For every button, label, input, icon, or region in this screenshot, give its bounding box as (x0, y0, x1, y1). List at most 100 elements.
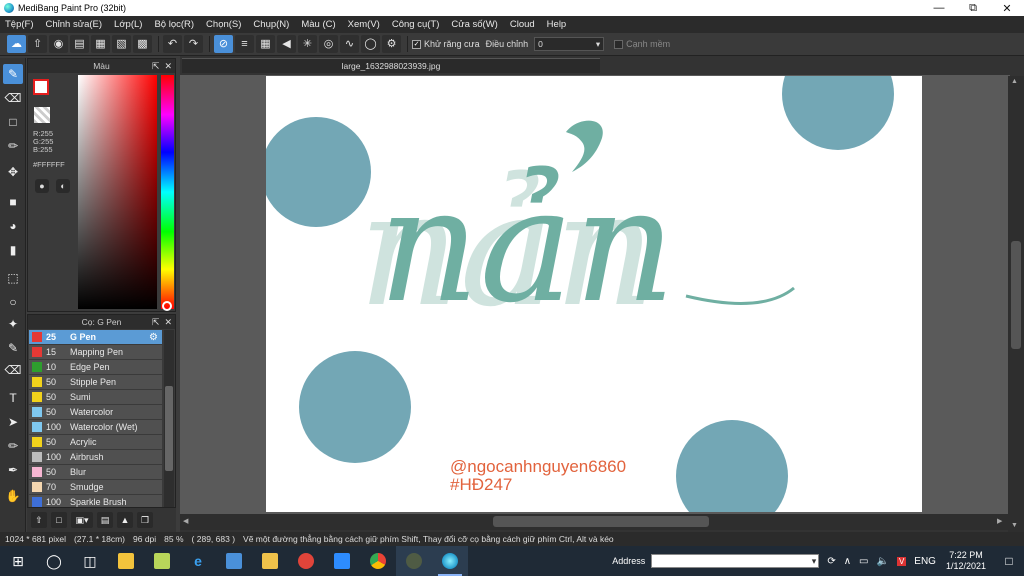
select-tool-icon[interactable]: ⬚ (3, 268, 23, 288)
file-explorer-icon[interactable] (108, 546, 144, 576)
lasso-tool-icon[interactable]: ○ (3, 292, 23, 312)
edge-browser-icon[interactable]: e (180, 546, 216, 576)
adjust-select[interactable]: 0 ▾ (534, 37, 605, 51)
menu-tools[interactable]: Công cụ(T) (392, 19, 440, 30)
redo-icon[interactable]: ↷ (184, 35, 203, 53)
scroll-right-icon[interactable]: ▶ (997, 517, 1002, 525)
address-input[interactable]: ▾ (651, 554, 820, 568)
rectangle-tool-icon[interactable]: □ (3, 112, 23, 132)
hand-tool-icon[interactable]: ✋ (3, 486, 23, 506)
upload-brush-icon[interactable]: ⇧ (31, 512, 47, 528)
bucket-tool-icon[interactable]: ◕ (3, 216, 23, 236)
popout-icon[interactable]: ⇱ (152, 317, 160, 328)
fill-rect-tool-icon[interactable]: ■ (3, 192, 23, 212)
duplicate-icon[interactable]: ❐ (137, 512, 153, 528)
brush-item[interactable]: 50 Acrylic (29, 435, 162, 450)
close-button[interactable]: ✕ (990, 0, 1024, 16)
message-icon[interactable]: ▤ (70, 35, 89, 53)
snap-off-icon[interactable]: ⊘ (214, 35, 233, 53)
ellipse-snap-icon[interactable]: ◯ (361, 35, 380, 53)
pen-tool-icon[interactable]: ✒ (3, 460, 23, 480)
foreground-color-swatch[interactable] (33, 79, 49, 95)
menu-view[interactable]: Xem(V) (348, 19, 380, 30)
folder-icon[interactable]: ▲ (117, 512, 133, 528)
text-tool-icon[interactable]: T (3, 388, 23, 408)
windows-start-icon[interactable]: ⊞ (0, 546, 36, 576)
gradient-tool-icon[interactable]: ▮ (3, 240, 23, 260)
menu-cloud[interactable]: Cloud (510, 19, 535, 30)
media-app-icon[interactable] (288, 546, 324, 576)
palette-settings-icon[interactable]: ◐ (56, 179, 70, 193)
hue-slider[interactable] (161, 75, 174, 309)
select-eraser-tool-icon[interactable]: ⌫ (3, 360, 23, 380)
operation-tool-icon[interactable]: ➤ (3, 412, 23, 432)
grid-icon[interactable]: ▩ (133, 35, 152, 53)
settings-icon[interactable]: ⚙ (382, 35, 401, 53)
chrome-icon[interactable] (360, 546, 396, 576)
brush-item[interactable]: 15 Mapping Pen (29, 345, 162, 360)
select-pen-tool-icon[interactable]: ✎ (3, 338, 23, 358)
volume-icon[interactable]: 🔈 (876, 556, 888, 567)
antivirus-icon[interactable]: V (896, 556, 907, 566)
comment-icon[interactable]: ◉ (49, 35, 68, 53)
minimize-button[interactable]: — (922, 0, 956, 16)
close-icon[interactable]: ✕ (164, 317, 172, 328)
saturation-value-picker[interactable] (78, 75, 157, 309)
menu-file[interactable]: Tệp(F) (5, 19, 34, 30)
document-icon[interactable]: ▦ (91, 35, 110, 53)
scroll-left-icon[interactable]: ◀ (183, 517, 188, 525)
brush-item[interactable]: 10 Edge Pen (29, 360, 162, 375)
curve-snap-icon[interactable]: ∿ (340, 35, 359, 53)
eraser-tool-icon[interactable]: ⌫ (3, 88, 23, 108)
scrollbar-thumb[interactable] (493, 516, 709, 527)
menu-filter[interactable]: Bộ lọc(R) (154, 19, 194, 30)
drawing-canvas[interactable]: nản nản @ngocanhnguyen6860 #HĐ247 (266, 76, 922, 512)
scroll-up-icon[interactable]: ▲ (1011, 78, 1018, 85)
sticky-app-icon[interactable] (252, 546, 288, 576)
hue-slider-handle[interactable] (162, 301, 172, 311)
maximize-button[interactable]: ⧉ (956, 0, 990, 16)
brush-item[interactable]: 50 Stipple Pen (29, 375, 162, 390)
menu-select[interactable]: Chọn(S) (206, 19, 241, 30)
parallel-snap-icon[interactable]: ≡ (235, 35, 254, 53)
background-color-swatch[interactable] (34, 107, 50, 123)
zoom-app-icon[interactable] (324, 546, 360, 576)
brush-list-scrollbar[interactable] (164, 330, 174, 510)
battery-icon[interactable]: ▭ (859, 556, 868, 567)
document-tab[interactable]: large_1632988023939.jpg (182, 58, 600, 73)
antialias-checkbox[interactable]: ✓ (412, 39, 421, 49)
close-icon[interactable]: ✕ (164, 61, 172, 72)
upload-icon[interactable]: ⇧ (28, 35, 47, 53)
horizontal-scrollbar[interactable]: ◀ ▶ (180, 514, 1008, 530)
notification-icon[interactable]: □ (994, 554, 1024, 568)
brush-item[interactable]: 25 G Pen ⚙ (29, 330, 162, 345)
refresh-icon[interactable]: ⟳ (827, 556, 835, 567)
task-view-icon[interactable]: ◫ (72, 546, 108, 576)
add-brush-menu-icon[interactable]: ▣▾ (71, 512, 93, 528)
menu-capture[interactable]: Chụp(N) (253, 19, 289, 30)
brush-item[interactable]: 50 Watercolor (29, 405, 162, 420)
pinned-app-icon[interactable] (396, 546, 432, 576)
eyedropper-tool-icon[interactable]: ✏ (3, 436, 23, 456)
move-tool-icon[interactable]: ✥ (3, 162, 23, 182)
brush-item[interactable]: 100 Watercolor (Wet) (29, 420, 162, 435)
brush-item[interactable]: 50 Sumi (29, 390, 162, 405)
menu-color[interactable]: Màu (C) (301, 19, 335, 30)
menu-help[interactable]: Help (547, 19, 567, 30)
cortana-icon[interactable]: ◯ (36, 546, 72, 576)
brush-item[interactable]: 50 Blur (29, 465, 162, 480)
panel-layout-icon[interactable]: ▧ (112, 35, 131, 53)
menu-layer[interactable]: Lớp(L) (114, 19, 142, 30)
show-hidden-icons-icon[interactable]: ∧ (844, 556, 851, 567)
vertical-scrollbar[interactable]: ▲ ▼ (1008, 76, 1024, 534)
brush-property-icon[interactable]: ▤ (97, 512, 113, 528)
menu-edit[interactable]: Chỉnh sửa(E) (46, 19, 103, 30)
medibang-taskbar-icon[interactable] (432, 546, 468, 576)
brush-item[interactable]: 70 Smudge (29, 480, 162, 495)
brush-item[interactable]: 100 Airbrush (29, 450, 162, 465)
undo-icon[interactable]: ↶ (163, 35, 182, 53)
brush-tool-icon[interactable]: ✎ (3, 64, 23, 84)
new-brush-icon[interactable]: □ (51, 512, 67, 528)
clock[interactable]: 7:22 PM 1/12/2021 (946, 550, 986, 572)
popout-icon[interactable]: ⇱ (152, 61, 160, 72)
